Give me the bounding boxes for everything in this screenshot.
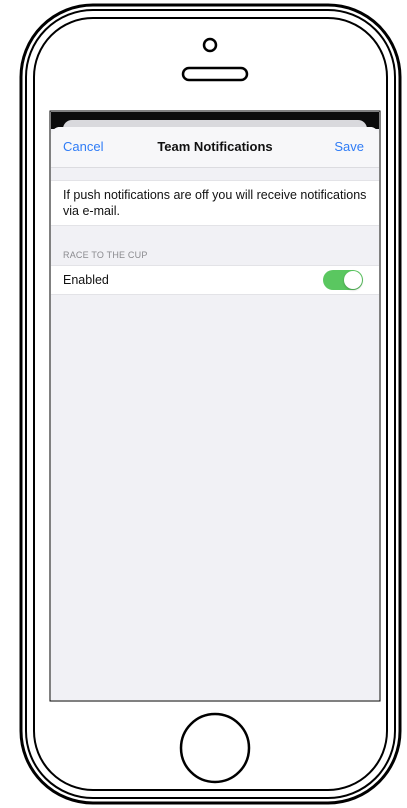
enabled-label: Enabled [63, 273, 109, 287]
home-button-icon[interactable] [179, 712, 251, 784]
front-camera-icon [202, 37, 218, 53]
phone-mockup: Team Notifications Cancel Save If push n… [0, 0, 407, 808]
earpiece-speaker-icon [181, 66, 249, 82]
save-button[interactable]: Save [334, 127, 364, 167]
enabled-row: Enabled [51, 265, 379, 295]
info-message-text: If push notifications are off you will r… [63, 188, 367, 218]
phone-screen: Team Notifications Cancel Save If push n… [51, 112, 379, 700]
cancel-button[interactable]: Cancel [63, 127, 103, 167]
enabled-toggle[interactable] [323, 270, 363, 290]
toggle-knob [344, 271, 362, 289]
section-header: RACE TO THE CUP [63, 250, 148, 260]
modal-sheet: Team Notifications Cancel Save If push n… [51, 127, 379, 700]
navigation-bar: Team Notifications Cancel Save [51, 127, 379, 168]
info-message: If push notifications are off you will r… [51, 180, 379, 226]
